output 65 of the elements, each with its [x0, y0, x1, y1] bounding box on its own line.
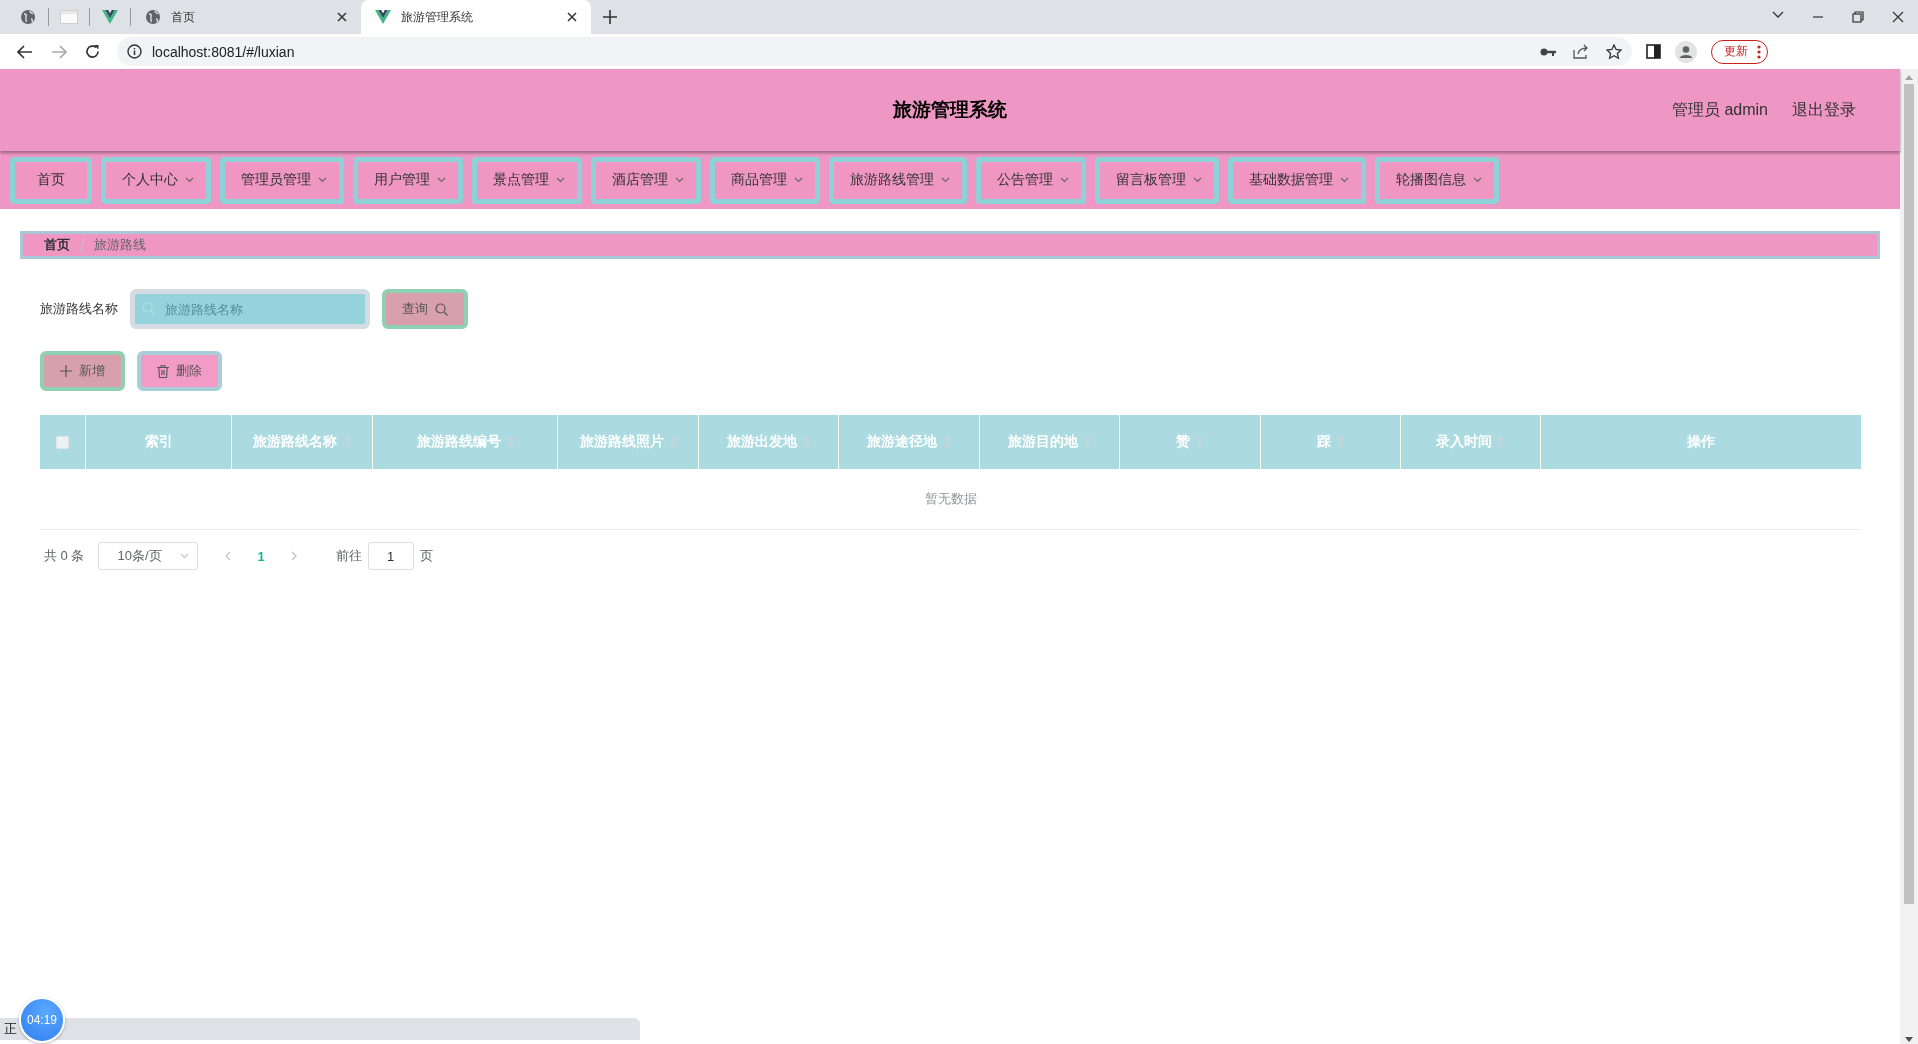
reload-icon[interactable]: [85, 44, 100, 59]
nav-menu-item[interactable]: 轮播图信息: [1375, 156, 1499, 204]
browser-tab[interactable]: 旅游管理系统: [361, 0, 591, 34]
url-text: localhost:8081/#/luxian: [152, 43, 295, 60]
nav-menu-item[interactable]: 首页: [10, 156, 92, 204]
empty-text: 暂无数据: [924, 490, 977, 508]
search-field[interactable]: 旅游路线名称: [130, 289, 370, 329]
add-button[interactable]: 新增: [40, 351, 125, 391]
nav-menu-item[interactable]: 管理员管理: [220, 156, 344, 204]
prev-page-icon[interactable]: [224, 551, 232, 561]
breadcrumb-link[interactable]: 首页: [44, 236, 70, 254]
caret-icon: [180, 553, 190, 559]
next-page-icon[interactable]: [290, 551, 298, 561]
search-icon: [435, 302, 448, 316]
nav-menu-item[interactable]: 酒店管理: [591, 156, 701, 204]
close-icon[interactable]: [337, 12, 347, 22]
key-icon[interactable]: [1540, 46, 1556, 57]
forward-icon[interactable]: [51, 44, 67, 59]
info-icon: [127, 44, 142, 59]
chevron-down-icon[interactable]: [1772, 11, 1784, 19]
side-panel-icon[interactable]: [1646, 44, 1661, 59]
page-unit: 页: [419, 547, 433, 565]
more-icon: [1757, 44, 1761, 59]
nav-menu-item[interactable]: 旅游路线管理: [829, 156, 967, 204]
profile-icon[interactable]: [1675, 40, 1697, 63]
star-icon[interactable]: [1606, 43, 1622, 60]
nav-menu-item[interactable]: 留言板管理: [1095, 156, 1219, 204]
column-header: 操作: [1687, 433, 1716, 451]
new-tab-icon[interactable]: [603, 10, 617, 24]
column-header: 索引: [144, 433, 173, 451]
nav-menu-item[interactable]: 景点管理: [472, 156, 582, 204]
status-text: 正: [4, 1020, 17, 1038]
close-icon[interactable]: [1892, 11, 1904, 23]
goto-label: 前往: [335, 547, 362, 565]
slash-icon: [79, 239, 85, 251]
app-title: 旅游管理系统: [893, 99, 1007, 120]
delete-button[interactable]: 删除: [137, 351, 222, 391]
nav-menu-item[interactable]: 商品管理: [710, 156, 820, 204]
tab-title: 旅游管理系统: [401, 8, 473, 26]
share-icon[interactable]: [1573, 44, 1589, 59]
nav-menu-item[interactable]: 个人中心: [101, 156, 211, 204]
trash-icon: [157, 364, 169, 378]
tab-title: 首页: [171, 8, 195, 26]
select-all-checkbox[interactable]: [56, 435, 70, 449]
page-input[interactable]: 1: [367, 542, 414, 570]
logout-link[interactable]: 退出登录: [1792, 99, 1856, 121]
scroll-up-icon[interactable]: [1905, 75, 1913, 80]
search-icon: [142, 302, 155, 315]
browser-tab[interactable]: 首页: [131, 0, 361, 34]
page-size-select[interactable]: 10条/页: [98, 542, 199, 570]
close-icon[interactable]: [567, 12, 577, 22]
vertical-scrollbar[interactable]: [1900, 69, 1918, 1044]
total-count: 共 0 条: [44, 547, 85, 565]
field-label: 旅游路线名称: [40, 300, 118, 318]
search-button[interactable]: 查询: [382, 289, 468, 329]
restore-icon[interactable]: [1852, 11, 1864, 23]
address-bar[interactable]: localhost:8081/#/luxian: [117, 37, 1632, 66]
scroll-down-icon[interactable]: [1905, 1037, 1913, 1042]
nav-menu-item[interactable]: 基础数据管理: [1228, 156, 1366, 204]
plus-icon: [60, 365, 72, 377]
nav-menu-item[interactable]: 用户管理: [353, 156, 463, 204]
user-label: 管理员 admin: [1671, 99, 1768, 120]
nav-menu-item[interactable]: 公告管理: [976, 156, 1086, 204]
update-button[interactable]: 更新: [1711, 39, 1768, 64]
back-icon[interactable]: [17, 44, 33, 59]
